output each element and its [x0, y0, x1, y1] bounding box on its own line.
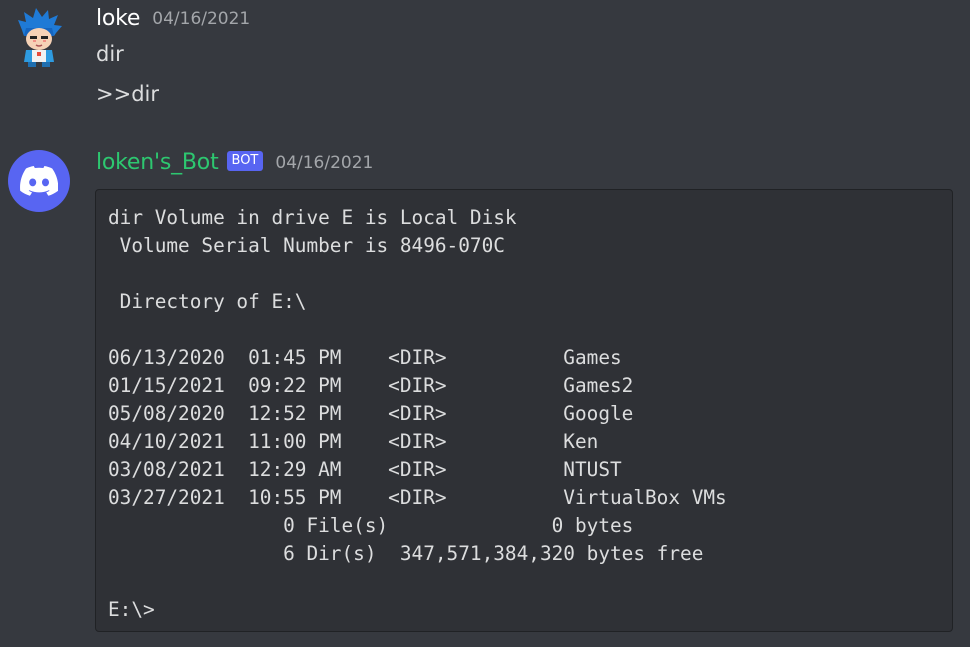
bot-badge: BOT: [226, 150, 264, 171]
message-text: dir: [96, 42, 124, 66]
bot-avatar[interactable]: [8, 150, 70, 212]
code-block: dir Volume in drive E is Local Disk Volu…: [95, 189, 953, 632]
bot-username[interactable]: loken's_Bot: [96, 150, 219, 175]
discord-logo-icon: [20, 166, 58, 196]
message-header: loke 04/16/2021: [96, 6, 250, 31]
chat-messages: loke 04/16/2021 dir >>dir loken's_Bot BO…: [0, 0, 970, 647]
timestamp: 04/16/2021: [275, 152, 374, 173]
message-header: loken's_Bot BOT 04/16/2021: [96, 150, 373, 175]
message-text: >>dir: [96, 82, 159, 106]
code-output: dir Volume in drive E is Local Disk Volu…: [108, 206, 727, 621]
timestamp: 04/16/2021: [152, 8, 251, 29]
anime-character-avatar-icon: [18, 8, 62, 67]
username[interactable]: loke: [96, 6, 140, 31]
user-avatar[interactable]: [8, 6, 70, 68]
